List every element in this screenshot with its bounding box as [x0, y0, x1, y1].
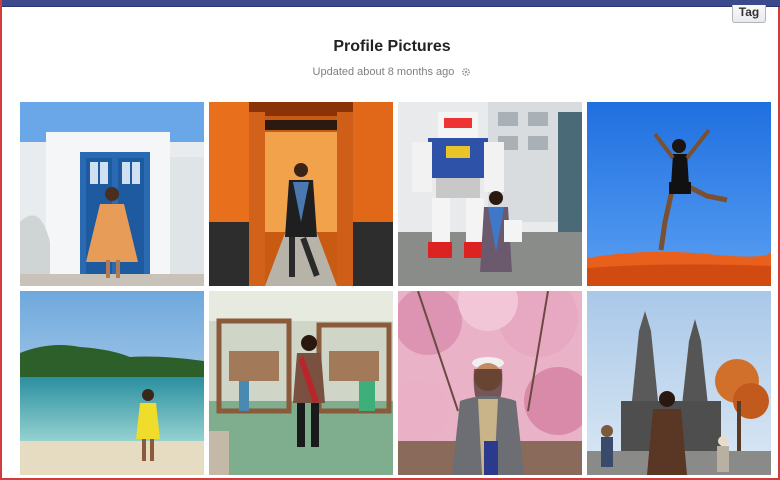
album-window: Tag Profile Pictures Updated about 8 mon…	[0, 0, 780, 480]
photo-torii-gates[interactable]	[209, 102, 393, 286]
album-updated: Updated about 8 months ago	[2, 66, 780, 78]
updated-text: Updated about 8 months ago	[312, 66, 455, 78]
tag-button[interactable]: Tag	[732, 5, 766, 23]
photo-blue-door[interactable]	[20, 102, 204, 286]
photo-loom-workshop[interactable]	[209, 291, 393, 475]
photo-jump-sky[interactable]	[587, 102, 771, 286]
top-bar	[2, 0, 780, 7]
photo-gundam-statue[interactable]	[398, 102, 582, 286]
photo-cathedral[interactable]	[587, 291, 771, 475]
album-title: Profile Pictures	[333, 38, 451, 55]
photo-beach[interactable]	[20, 291, 204, 475]
photo-cherry-blossoms[interactable]	[398, 291, 582, 475]
gear-icon[interactable]	[461, 67, 471, 77]
